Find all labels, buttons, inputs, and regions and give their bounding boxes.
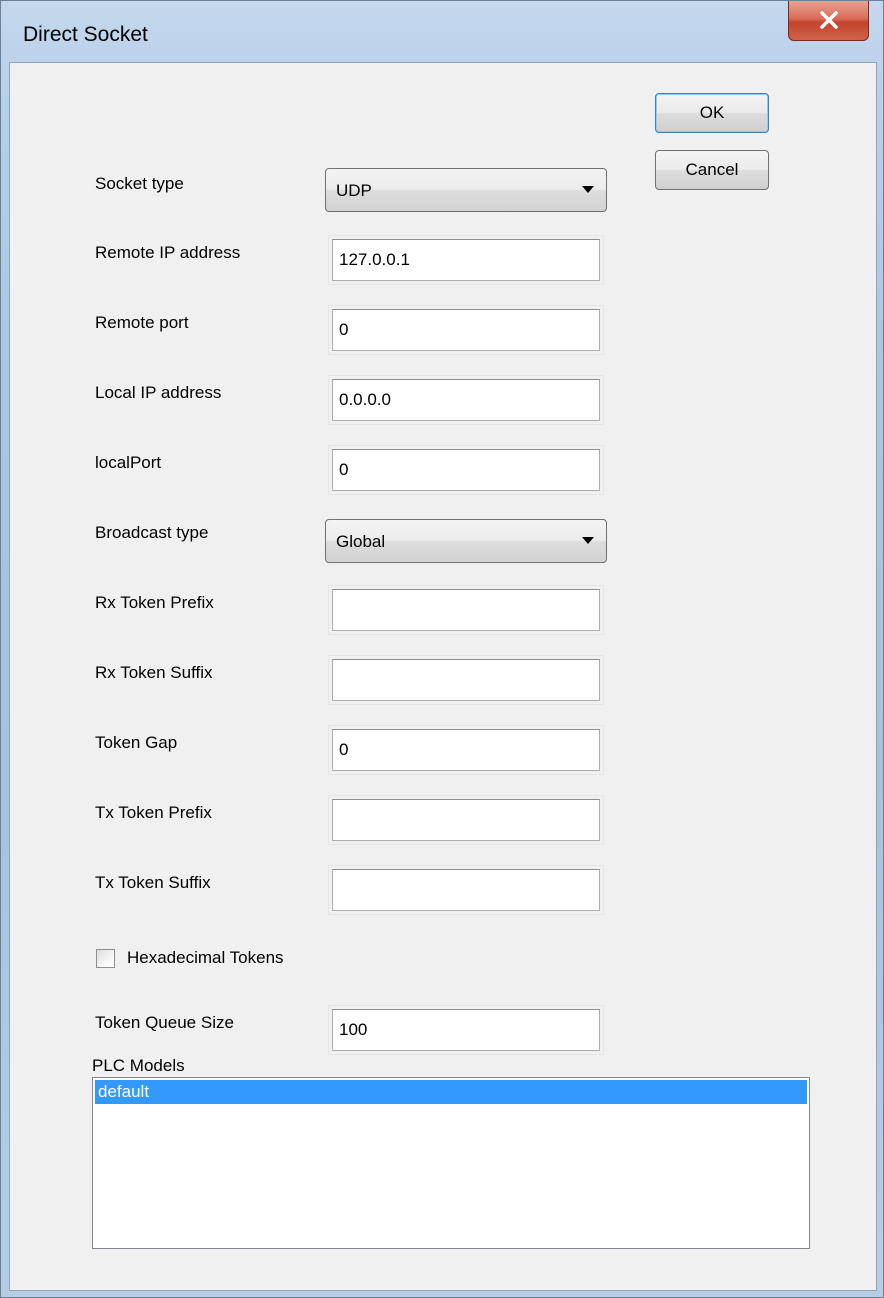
rx-prefix-label: Rx Token Prefix	[95, 593, 214, 612]
broadcast-type-label: Broadcast type	[95, 523, 209, 542]
local-ip-label: Local IP address	[95, 383, 222, 402]
broadcast-type-value: Global	[336, 532, 386, 551]
tx-suffix-input[interactable]	[333, 869, 599, 911]
close-icon	[820, 11, 838, 29]
tx-prefix-field-frame	[328, 795, 604, 845]
tx-suffix-field-frame	[328, 865, 604, 915]
local-port-field-frame	[328, 445, 604, 495]
token-gap-input[interactable]	[333, 729, 599, 771]
queue-size-label: Token Queue Size	[95, 1013, 234, 1032]
dialog-window: Direct Socket OK Cancel Socket type UDP …	[0, 0, 884, 1298]
rx-suffix-input[interactable]	[333, 659, 599, 701]
local-ip-field-frame	[328, 375, 604, 425]
dialog-client-area: OK Cancel Socket type UDP Remote IP addr…	[9, 62, 877, 1291]
cancel-button[interactable]: Cancel	[655, 150, 769, 190]
window-title: Direct Socket	[23, 23, 148, 46]
tx-suffix-label: Tx Token Suffix	[95, 873, 211, 892]
plc-models-listbox[interactable]: default	[92, 1077, 810, 1249]
broadcast-type-select[interactable]: Global	[325, 519, 607, 563]
socket-type-select[interactable]: UDP	[325, 168, 607, 212]
remote-port-field-frame	[328, 305, 604, 355]
queue-size-input[interactable]	[333, 1009, 599, 1051]
token-gap-field-frame	[328, 725, 604, 775]
plc-models-label: PLC Models	[92, 1056, 185, 1075]
rx-prefix-field-frame	[328, 585, 604, 635]
ok-button[interactable]: OK	[655, 93, 769, 133]
remote-port-input[interactable]	[333, 309, 599, 351]
tx-prefix-input[interactable]	[333, 799, 599, 841]
rx-suffix-label: Rx Token Suffix	[95, 663, 213, 682]
list-item[interactable]: default	[95, 1080, 807, 1104]
local-port-label: localPort	[95, 453, 162, 472]
token-gap-label: Token Gap	[95, 733, 178, 752]
rx-prefix-input[interactable]	[333, 589, 599, 631]
local-port-input[interactable]	[333, 449, 599, 491]
remote-port-label: Remote port	[95, 313, 189, 332]
hex-tokens-checkbox[interactable]	[96, 949, 115, 968]
remote-ip-field-frame	[328, 235, 604, 285]
chevron-down-icon	[582, 186, 594, 193]
queue-size-field-frame	[328, 1005, 604, 1055]
tx-prefix-label: Tx Token Prefix	[95, 803, 212, 822]
socket-type-value: UDP	[336, 181, 372, 200]
remote-ip-input[interactable]	[333, 239, 599, 281]
close-button[interactable]	[788, 1, 869, 41]
title-bar[interactable]: Direct Socket	[1, 1, 884, 65]
remote-ip-label: Remote IP address	[95, 243, 241, 262]
local-ip-input[interactable]	[333, 379, 599, 421]
hex-tokens-label[interactable]: Hexadecimal Tokens	[127, 948, 284, 968]
rx-suffix-field-frame	[328, 655, 604, 705]
chevron-down-icon	[582, 537, 594, 544]
socket-type-label: Socket type	[95, 174, 184, 193]
